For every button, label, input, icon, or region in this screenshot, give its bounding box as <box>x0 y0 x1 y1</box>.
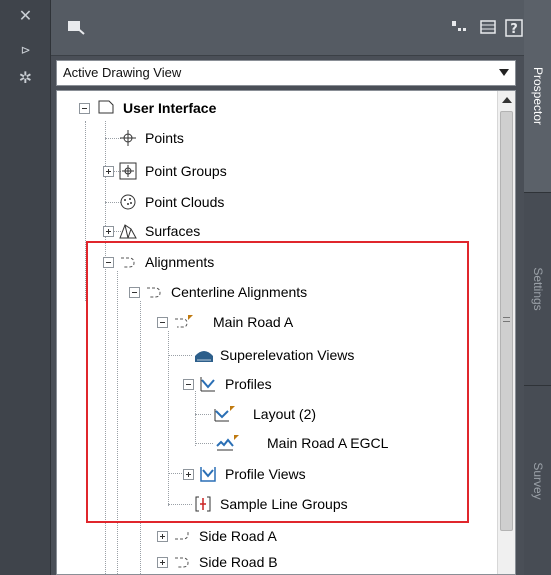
tree-node-surfaces[interactable]: Surfaces <box>103 220 323 242</box>
tree-node-sample-line-groups[interactable]: Sample Line Groups <box>192 493 452 515</box>
surfaces-icon <box>119 222 137 240</box>
tree-node-centerline-alignments[interactable]: Centerline Alignments <box>129 281 429 303</box>
tree-node-layout-profile[interactable]: Layout (2) <box>211 403 411 425</box>
alignment-icon <box>173 313 193 331</box>
toggle-item-view-icon[interactable] <box>449 18 471 38</box>
drawing-view-dropdown[interactable]: Active Drawing View <box>56 60 516 86</box>
expand-toggle[interactable] <box>183 469 194 480</box>
scroll-up-icon[interactable] <box>502 97 512 103</box>
tree-node-alignments[interactable]: Alignments <box>103 251 323 273</box>
help-icon[interactable]: ? <box>503 18 525 38</box>
tab-prospector[interactable]: Prospector <box>524 0 551 193</box>
collapse-toggle[interactable] <box>103 257 114 268</box>
svg-text:?: ? <box>510 22 518 37</box>
alignment-icon <box>173 527 191 545</box>
chevron-down-icon[interactable] <box>499 69 509 76</box>
tab-survey[interactable]: Survey <box>524 386 551 575</box>
tree-node-point-groups[interactable]: Point Groups <box>103 160 353 182</box>
prospector-toolbar: ? <box>51 0 524 56</box>
collapse-toggle[interactable] <box>157 317 168 328</box>
tree-node-superelevation-views[interactable]: Superelevation Views <box>192 344 492 366</box>
scroll-thumb[interactable] <box>500 111 513 531</box>
prospector-tree: User Interface Points Point Groups Point… <box>56 90 516 575</box>
tab-settings[interactable]: Settings <box>524 193 551 386</box>
tree-scrollbar[interactable] <box>497 91 515 574</box>
tree-node-user-interface[interactable]: User Interface <box>77 97 477 119</box>
properties-icon[interactable]: ✲ <box>0 68 51 88</box>
alignment-icon <box>173 553 191 571</box>
tree-node-main-road-a-egcl[interactable]: Main Road A EGCL <box>213 432 473 454</box>
collapse-toggle[interactable] <box>183 379 194 390</box>
tree-node-point-clouds[interactable]: Point Clouds <box>117 191 337 213</box>
palette-left-strip: ✕ ⊳ ✲ <box>0 0 51 575</box>
collapse-toggle[interactable] <box>79 103 90 114</box>
profiles-icon <box>199 375 217 393</box>
tree-node-profile-views[interactable]: Profile Views <box>183 463 403 485</box>
palette-tabs: Prospector Settings Survey <box>524 0 551 575</box>
point-groups-icon <box>119 162 137 180</box>
alignments-icon <box>145 283 163 301</box>
tree-node-main-road-a[interactable]: Main Road A <box>157 311 417 333</box>
item-view-icon[interactable] <box>65 18 87 38</box>
superelevation-view-icon <box>194 346 213 364</box>
sample-line-groups-icon <box>194 495 212 513</box>
close-icon[interactable]: ✕ <box>0 6 51 26</box>
tree-node-points[interactable]: Points <box>117 127 317 149</box>
drawing-icon <box>97 99 115 117</box>
list-view-icon[interactable] <box>477 18 499 38</box>
tree-node-side-road-a[interactable]: Side Road A <box>157 525 377 547</box>
profile-views-icon <box>199 465 217 483</box>
alignments-icon <box>119 253 137 271</box>
expand-toggle[interactable] <box>157 557 168 568</box>
points-icon <box>119 129 137 147</box>
point-cloud-icon <box>119 193 137 211</box>
auto-hide-icon[interactable]: ⊳ <box>0 40 51 60</box>
tree-node-side-road-b[interactable]: Side Road B <box>157 551 377 573</box>
expand-toggle[interactable] <box>103 226 114 237</box>
tree-node-profiles[interactable]: Profiles <box>183 373 383 395</box>
expand-toggle[interactable] <box>103 166 114 177</box>
profile-icon <box>213 405 237 423</box>
expand-toggle[interactable] <box>157 531 168 542</box>
surface-profile-icon <box>215 434 241 452</box>
dropdown-value: Active Drawing View <box>63 65 182 80</box>
scroll-grip-icon <box>503 317 510 322</box>
collapse-toggle[interactable] <box>129 287 140 298</box>
